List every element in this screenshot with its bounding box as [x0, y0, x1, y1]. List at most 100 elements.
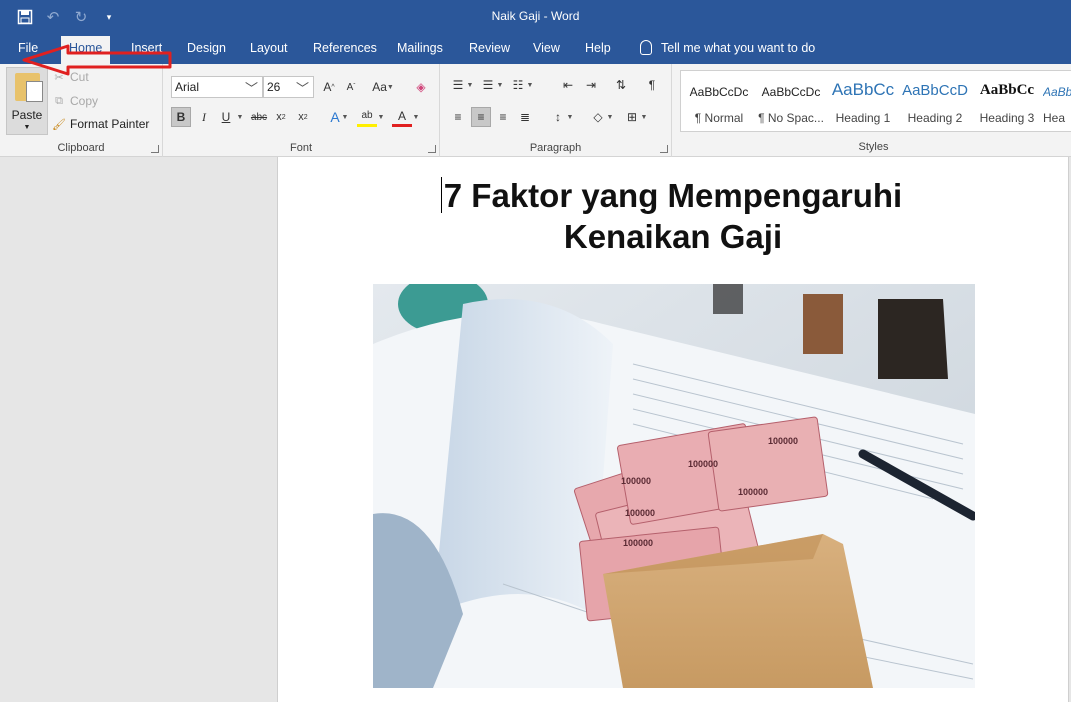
money-label: 100000 [623, 538, 653, 548]
chevron-down-icon[interactable]: ▼ [606, 107, 614, 127]
align-left-icon[interactable]: ≡ [448, 107, 468, 127]
tab-layout[interactable]: Layout [250, 41, 288, 55]
style-sample: AaBbCcDc [761, 85, 821, 99]
chevron-down-icon[interactable]: ▼ [377, 107, 385, 127]
font-size-combo[interactable]: 26 ﹀ [263, 76, 314, 98]
align-center-icon[interactable]: ≡ [471, 107, 491, 127]
style-sample: AaBbCcDc [689, 85, 749, 99]
tab-mailings[interactable]: Mailings [397, 41, 443, 55]
borders-icon[interactable]: ⊞ [622, 107, 642, 127]
style-name: Hea [1043, 111, 1066, 125]
chevron-down-icon[interactable]: ▼ [236, 107, 244, 127]
grow-font-icon[interactable]: A ^ [319, 77, 339, 97]
style-no-spacing[interactable]: AaBbCcDc ¶ No Spac... [755, 71, 827, 131]
italic-icon[interactable]: I [194, 107, 214, 127]
line-spacing-icon[interactable]: ↕ [548, 107, 568, 127]
chevron-down-icon[interactable]: ▼ [341, 107, 349, 127]
style-name: ¶ Normal [694, 111, 744, 125]
tab-design[interactable]: Design [187, 41, 226, 55]
chevron-down-icon[interactable]: ▼ [466, 75, 474, 95]
window-title: Naik Gaji - Word [491, 9, 580, 23]
sort-icon[interactable]: ⇅ [611, 75, 631, 95]
clipboard-launcher-icon[interactable] [151, 145, 159, 153]
bold-icon[interactable]: B [171, 107, 191, 127]
numbering-icon[interactable]: ☰ [478, 75, 498, 95]
highlight-icon[interactable]: ab [357, 107, 377, 127]
font-size-value: 26 [267, 80, 281, 94]
multilevel-list-icon[interactable]: ☷ [508, 75, 528, 95]
chevron-down-icon[interactable]: ▼ [526, 75, 534, 95]
document-heading[interactable]: 7 Faktor yang Mempengaruhi Kenaikan Gaji [278, 175, 1068, 257]
money-label: 100000 [688, 459, 718, 469]
decrease-indent-icon[interactable]: ⇤ [558, 75, 578, 95]
font-group: Arial ﹀ 26 ﹀ A ^ Aˇ Aa ▼ ◈ B I U ▼ abc x2… [163, 64, 440, 157]
copy-icon: ⧉ [55, 94, 63, 107]
style-sample: AaBbCc [831, 80, 895, 99]
heading-line-1: 7 Faktor yang Mempengaruhi [443, 177, 903, 214]
format-painter-button[interactable]: 🖌 Format Painter [52, 117, 150, 131]
style-heading-3[interactable]: AaBbCc Heading 3 [971, 71, 1043, 131]
tell-me-text: Tell me what you want to do [661, 40, 816, 55]
shrink-font-icon[interactable]: Aˇ [341, 77, 361, 97]
tell-me-box[interactable]: Tell me what you want to do [640, 40, 815, 55]
heading-line-2: Kenaikan Gaji [563, 218, 783, 255]
style-normal[interactable]: AaBbCcDc ¶ Normal [683, 71, 755, 131]
chevron-down-icon[interactable]: ▼ [496, 75, 504, 95]
format-painter-icon: 🖌 [52, 118, 66, 131]
paragraph-group: ☰ ▼ ☰ ▼ ☷ ▼ ⇤ ⇥ ⇅ ¶ ≡ ≡ ≡ ≣ ↕ ▼ ◇ ▼ ⊞ ▼ … [440, 64, 672, 157]
paragraph-group-label: Paragraph [529, 142, 582, 154]
chevron-down-icon[interactable]: ▼ [640, 107, 648, 127]
format-painter-label: Format Painter [70, 117, 150, 131]
style-name: ¶ No Spac... [758, 111, 824, 125]
document-page[interactable]: 7 Faktor yang Mempengaruhi Kenaikan Gaji [277, 157, 1069, 702]
document-image[interactable]: 100000 100000 100000 100000 100000 10000… [373, 284, 975, 688]
style-name: Heading 3 [979, 111, 1035, 125]
underline-icon[interactable]: U [216, 107, 236, 127]
strikethrough-icon[interactable]: abc [249, 107, 269, 127]
styles-group-label: Styles [858, 141, 889, 153]
money-label: 100000 [621, 476, 651, 486]
font-color-icon[interactable]: A [392, 107, 412, 127]
bullets-icon[interactable]: ☰ [448, 75, 468, 95]
tab-help[interactable]: Help [585, 41, 611, 55]
copy-button[interactable]: ⧉ Copy [53, 94, 98, 108]
paste-label: Paste [11, 108, 43, 122]
style-name: Heading 2 [907, 111, 963, 125]
copy-label: Copy [70, 94, 99, 108]
style-heading-4[interactable]: AaBb Hea [1043, 71, 1071, 131]
font-group-label: Font [289, 142, 312, 154]
clear-formatting-icon[interactable]: ◈ [411, 77, 431, 97]
chevron-down-icon: ﹀ [244, 81, 258, 96]
shading-icon[interactable]: ◇ [588, 107, 608, 127]
tab-review[interactable]: Review [469, 41, 510, 55]
style-heading-2[interactable]: AaBbCcD Heading 2 [899, 71, 971, 131]
align-right-icon[interactable]: ≡ [493, 107, 513, 127]
chevron-down-icon[interactable]: ▼ [566, 107, 574, 127]
style-sample: AaBb [1043, 85, 1071, 99]
money-label: 100000 [625, 508, 655, 518]
tab-references[interactable]: References [313, 41, 377, 55]
lightbulb-icon [640, 40, 652, 55]
font-launcher-icon[interactable] [428, 145, 436, 153]
tab-view[interactable]: View [533, 41, 560, 55]
chevron-down-icon: ▼ [23, 124, 31, 131]
change-case-icon[interactable]: Aa ▼ [368, 77, 398, 97]
paragraph-launcher-icon[interactable] [660, 145, 668, 153]
style-sample: AaBbCc [979, 82, 1035, 98]
style-name: Heading 1 [835, 111, 891, 125]
style-sample: AaBbCcD [902, 82, 968, 99]
money-label: 100000 [768, 436, 798, 446]
subscript-icon[interactable]: x2 [271, 107, 291, 127]
styles-gallery: AaBbCcDc ¶ Normal AaBbCcDc ¶ No Spac... … [680, 70, 1071, 132]
superscript-icon[interactable]: x2 [293, 107, 313, 127]
annotation-arrow [22, 44, 172, 76]
justify-icon[interactable]: ≣ [515, 107, 535, 127]
increase-indent-icon[interactable]: ⇥ [581, 75, 601, 95]
title-bar: ↶ ↻ ▾ Naik Gaji - Word [0, 0, 1071, 33]
pilcrow-icon[interactable]: ¶ [642, 75, 662, 95]
chevron-down-icon[interactable]: ▼ [412, 107, 420, 127]
font-name-combo[interactable]: Arial ﹀ [171, 76, 263, 98]
style-heading-1[interactable]: AaBbCc Heading 1 [827, 71, 899, 131]
money-label: 100000 [738, 487, 768, 497]
clipboard-group-label: Clipboard [57, 142, 105, 154]
